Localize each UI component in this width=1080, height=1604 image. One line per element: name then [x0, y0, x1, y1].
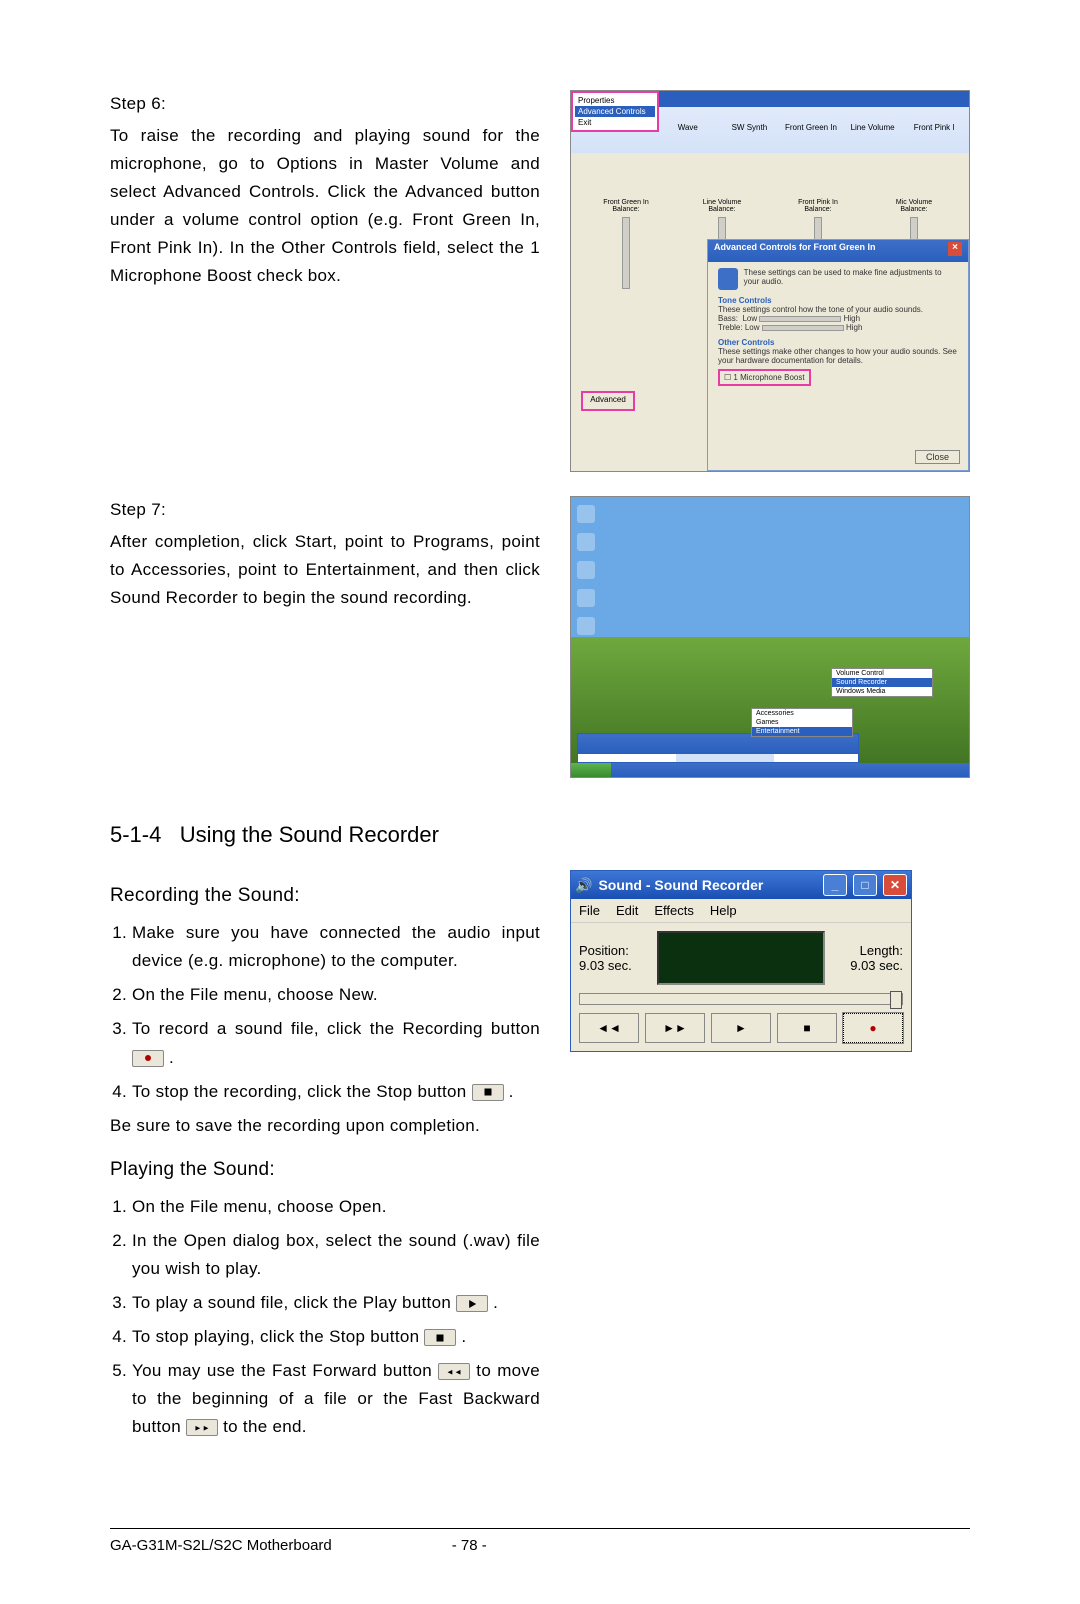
- entertainment-submenu: Volume ControlSound RecorderWindows Medi…: [831, 668, 933, 697]
- rewind-button: ◄◄: [579, 1013, 639, 1043]
- minimize-icon: _: [823, 874, 847, 896]
- sr-info-row: Position: 9.03 sec. Length: 9.03 sec.: [579, 931, 903, 985]
- app-icon: 🔊: [575, 877, 592, 894]
- programs-submenu: AccessoriesGamesEntertainment: [751, 708, 853, 737]
- step6-body: To raise the recording and playing sound…: [110, 122, 540, 290]
- screenshot-master-volume: Master Volume Properties Advanced Contro…: [570, 90, 970, 472]
- play-icon: [456, 1295, 488, 1312]
- waveform-display: [657, 931, 825, 985]
- list-item: To play a sound file, click the Play but…: [132, 1289, 540, 1317]
- record-button: ●: [843, 1013, 903, 1043]
- list-item: To stop playing, click the Stop button .: [132, 1323, 540, 1351]
- info-icon: [718, 268, 738, 290]
- sr-titlebar: 🔊 Sound - Sound Recorder _ □ ✕: [571, 871, 911, 899]
- step7-text: Step 7: After completion, click Start, p…: [110, 496, 540, 798]
- playing-list: On the File menu, choose Open. In the Op…: [110, 1193, 540, 1441]
- sound-recorder-block: Recording the Sound: Make sure you have …: [110, 866, 970, 1447]
- recording-heading: Recording the Sound:: [110, 880, 540, 911]
- microphone-boost-checkbox: ☐ 1 Microphone Boost: [718, 369, 811, 386]
- advanced-button-highlight: Advanced: [581, 391, 635, 411]
- screenshot-desktop: AccessoriesGamesEntertainment Volume Con…: [570, 496, 970, 778]
- record-icon: [132, 1050, 164, 1067]
- sound-recorder-screenshot: 🔊 Sound - Sound Recorder _ □ ✕ File Edit…: [570, 866, 970, 1447]
- forward-button: ►►: [645, 1013, 705, 1043]
- seek-slider: [579, 993, 903, 1005]
- playing-heading: Playing the Sound:: [110, 1154, 540, 1185]
- play-button: ►: [711, 1013, 771, 1043]
- list-item: To stop the recording, click the Stop bu…: [132, 1078, 540, 1106]
- stop-icon: [472, 1084, 504, 1101]
- stop-icon: [424, 1329, 456, 1346]
- close-icon: ✕: [883, 874, 907, 896]
- sound-recorder-window: 🔊 Sound - Sound Recorder _ □ ✕ File Edit…: [570, 870, 912, 1052]
- section-heading: 5-1-4 Using the Sound Recorder: [110, 822, 970, 848]
- list-item: In the Open dialog box, select the sound…: [132, 1227, 540, 1283]
- footer-page: - 78 -: [452, 1537, 487, 1554]
- advanced-controls-dialog: Advanced Controls for Front Green In× Th…: [707, 239, 969, 471]
- list-item: To record a sound file, click the Record…: [132, 1015, 540, 1071]
- start-menu-screenshot: AccessoriesGamesEntertainment Volume Con…: [570, 496, 970, 798]
- footer-model: GA-G31M-S2L/S2C Motherboard: [110, 1537, 332, 1554]
- master-volume-screenshot: Master Volume Properties Advanced Contro…: [570, 90, 970, 496]
- sound-recorder-text: Recording the Sound: Make sure you have …: [110, 866, 540, 1447]
- page-footer: GA-G31M-S2L/S2C Motherboard - 78 -: [110, 1528, 970, 1554]
- sr-buttons: ◄◄ ►► ► ■ ●: [579, 1013, 903, 1043]
- step7-label: Step 7:: [110, 496, 540, 524]
- mv-options-menu: Properties Advanced Controls Exit: [571, 91, 659, 132]
- start-button: [571, 763, 611, 777]
- taskbar: [571, 763, 969, 777]
- step6-text: Step 6: To raise the recording and playi…: [110, 90, 540, 496]
- step6-block: Step 6: To raise the recording and playi…: [110, 90, 970, 496]
- list-item: Make sure you have connected the audio i…: [132, 919, 540, 975]
- close-button: Close: [915, 450, 960, 464]
- fast-backward-icon: [186, 1419, 218, 1436]
- desktop-icons: [577, 505, 595, 635]
- list-item: You may use the Fast Forward button to m…: [132, 1357, 540, 1441]
- stop-button: ■: [777, 1013, 837, 1043]
- mv-columns: Wave SW Synth Front Green In Line Volume…: [657, 123, 965, 132]
- list-item: On the File menu, choose New.: [132, 981, 540, 1009]
- start-menu: [577, 733, 859, 763]
- step7-body: After completion, click Start, point to …: [110, 528, 540, 612]
- fast-forward-icon: [438, 1363, 470, 1380]
- step6-label: Step 6:: [110, 90, 540, 118]
- sr-menubar: File Edit Effects Help: [571, 899, 911, 923]
- recording-note: Be sure to save the recording upon compl…: [110, 1112, 540, 1140]
- maximize-icon: □: [853, 874, 877, 896]
- list-item: On the File menu, choose Open.: [132, 1193, 540, 1221]
- close-icon: ×: [948, 242, 962, 256]
- recording-list: Make sure you have connected the audio i…: [110, 919, 540, 1105]
- step7-block: Step 7: After completion, click Start, p…: [110, 496, 970, 798]
